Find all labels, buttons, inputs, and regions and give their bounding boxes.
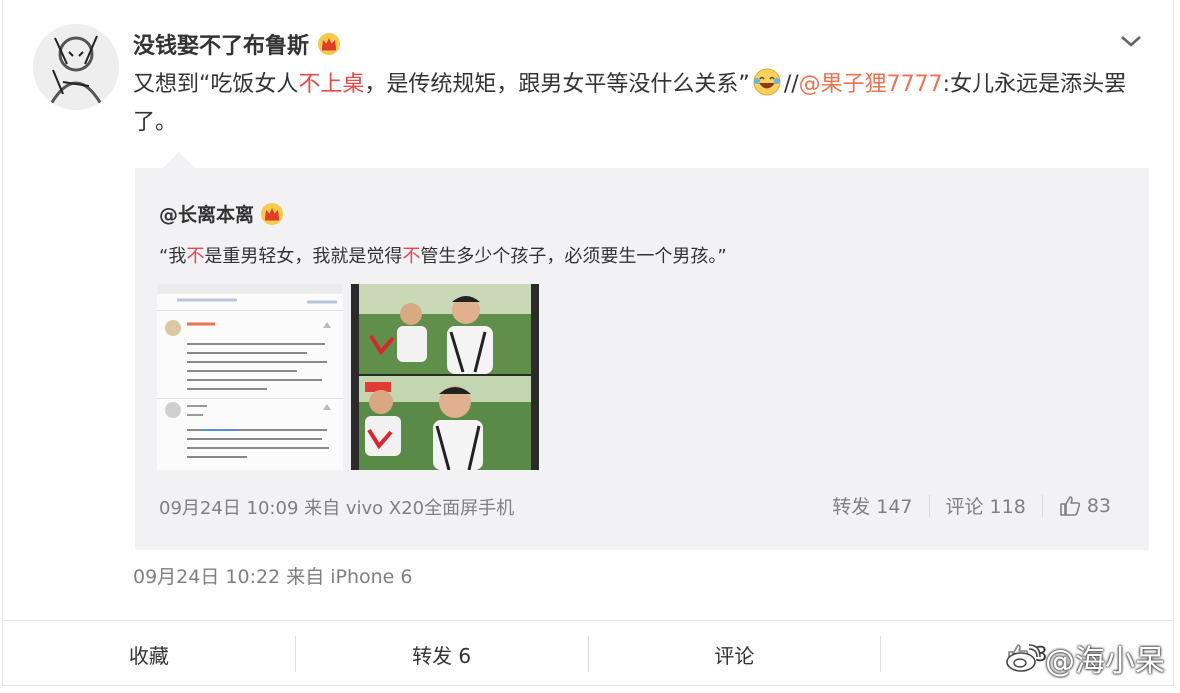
quote-pointer [163,152,195,168]
post-text-segment: ，是传统规矩，跟男女平等没什么关系” [364,72,750,97]
weibo-logo-icon [1006,644,1041,672]
crown-badge-icon [261,202,284,225]
mention-link[interactable]: @果子狸7777 [799,72,943,97]
quoted-text-highlight: 不 [402,246,421,267]
quoted-comment-button[interactable]: 评论 118 [930,492,1042,519]
quoted-text-highlight: 不 [186,246,205,267]
repost-separator: // [783,72,799,97]
avatar[interactable] [33,24,119,110]
post-author[interactable]: 没钱娶不了布鲁斯 [133,28,341,60]
quoted-meta: 09月24日 10:09 来自 vivo X20全面屏手机 [159,498,515,519]
post-text: 又想到“吃饭女人不上桌，是传统规矩，跟男女平等没什么关系”//@果子狸7777:… [133,66,1133,142]
weibo-post-card: 没钱娶不了布鲁斯 又想到“吃饭女人不上桌，是传统规矩，跟男女平等没什么关系” //… [2,0,1174,686]
thumbs-up-icon [1060,495,1080,516]
laughing-emoji-icon [753,68,781,96]
quoted-author-name[interactable]: @长离本离 [159,200,254,227]
favorite-button[interactable]: 收藏 [3,640,295,669]
quoted-like-count: 83 [1086,494,1111,517]
thumbnail-screenshot-comments[interactable] [157,284,343,470]
quoted-text-segment: 管生多少个孩子，必须要生一个男孩。” [420,246,727,267]
crown-badge-icon [318,33,341,55]
quoted-repost-button[interactable]: 转发 147 [816,492,928,519]
thumbnail-video-stills[interactable] [351,284,539,470]
post-text-highlight: 不上桌 [298,72,365,97]
quoted-text-segment: 是重男轻女，我就是觉得 [204,246,403,267]
action-bar: 收藏 转发 6 评论 3 [3,620,1173,687]
post-meta: 09月24日 10:22 来自 iPhone 6 [133,566,413,588]
quoted-post: @长离本离 “我不是重男轻女，我就是觉得不管生多少个孩子，必须要生一个男孩。” [135,168,1149,550]
comment-button[interactable]: 评论 [589,640,881,669]
watermark: @海小呆 [1005,636,1165,680]
quoted-text: “我不是重男轻女，我就是觉得不管生多少个孩子，必须要生一个男孩。” [159,242,727,268]
repost-button[interactable]: 转发 6 [296,640,588,669]
chevron-down-icon[interactable] [1119,32,1143,50]
post-author-name[interactable]: 没钱娶不了布鲁斯 [133,28,309,60]
quoted-like-button[interactable]: 83 [1043,495,1111,517]
quoted-author[interactable]: @长离本离 [159,200,284,227]
watermark-text: @海小呆 [1045,644,1165,679]
quoted-stats: 转发 147 评论 118 83 [816,492,1111,519]
quoted-text-segment: “我 [159,246,187,267]
post-text-segment: 又想到“吃饭女人 [133,72,299,97]
